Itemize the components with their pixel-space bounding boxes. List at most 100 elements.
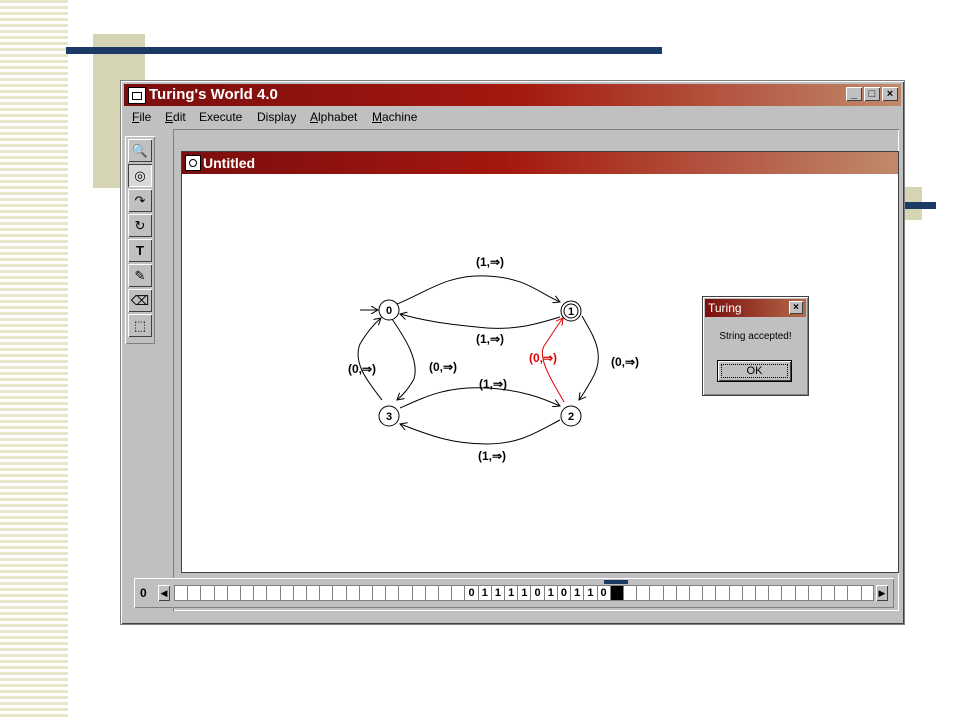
transition-label-1-0[interactable]: (1,⇒) (476, 332, 504, 346)
window-controls: _ □ × (846, 87, 898, 101)
transition-0-1-line[interactable] (396, 275, 560, 305)
tape-cell[interactable] (266, 585, 280, 601)
tape-cell[interactable] (675, 585, 689, 601)
eraser-tool-button[interactable]: ⌫ (128, 289, 152, 312)
tape[interactable]: 01111010110 (174, 585, 874, 601)
tape-cell[interactable]: 1 (517, 585, 531, 601)
tape-cell[interactable] (768, 585, 782, 601)
tape-cell[interactable] (358, 585, 373, 601)
tape-cell[interactable] (794, 585, 808, 601)
loop-tool-button[interactable]: ↻ (128, 214, 152, 237)
tape-cell[interactable] (332, 585, 346, 601)
tape-cell[interactable]: 0 (596, 585, 610, 601)
transition-label-3-0[interactable]: (0,⇒) (348, 362, 376, 376)
menu-alphabet[interactable]: Alphabet (310, 110, 357, 124)
tape-cell[interactable] (860, 585, 874, 601)
tape-cell[interactable] (319, 585, 333, 601)
menu-file[interactable]: File (132, 110, 151, 124)
tape-cell[interactable] (292, 585, 307, 601)
tape-cell[interactable] (306, 585, 320, 601)
text-tool-button[interactable]: T (128, 239, 152, 262)
transition-label-0-1[interactable]: (1,⇒) (476, 255, 504, 269)
app-titlebar[interactable]: Turing's World 4.0 _ □ × (124, 84, 901, 106)
tape-cell[interactable] (200, 585, 214, 601)
transition-label-3-2[interactable]: (1,⇒) (479, 377, 507, 391)
tape-cell[interactable]: 0 (530, 585, 544, 601)
tape-cell[interactable] (807, 585, 821, 601)
maximize-button[interactable]: □ (864, 87, 880, 101)
tape-cell[interactable] (754, 585, 769, 601)
tape-cell[interactable] (741, 585, 755, 601)
tape-cell[interactable] (240, 585, 254, 601)
tape-cell[interactable] (398, 585, 412, 601)
state-tool-button[interactable]: ◎ (128, 164, 152, 187)
arrow-tool-button[interactable]: ↷ (128, 189, 152, 212)
document-icon[interactable] (185, 155, 201, 171)
tape-cell[interactable] (253, 585, 267, 601)
tape-cell[interactable] (385, 585, 399, 601)
menu-machine[interactable]: Machine (372, 110, 417, 124)
tape-scroll-left-button[interactable]: ◀ (158, 585, 170, 601)
tape-cell[interactable]: 1 (504, 585, 518, 601)
state-1[interactable]: 1 (560, 300, 582, 322)
dialog-ok-button[interactable]: OK (717, 360, 792, 382)
tape-cell[interactable] (279, 585, 293, 601)
tape-cell[interactable] (702, 585, 716, 601)
tape-cell[interactable] (174, 585, 188, 601)
tape-cell[interactable] (834, 585, 848, 601)
pen-tool-button[interactable]: ✎ (128, 264, 152, 287)
app-icon[interactable] (128, 87, 146, 104)
transition-label-1-2[interactable]: (0,⇒) (611, 355, 639, 369)
tape-cell[interactable] (213, 585, 227, 601)
tape-cell[interactable]: 1 (570, 585, 584, 601)
state-2[interactable]: 2 (560, 405, 582, 427)
menu-edit[interactable]: Edit (165, 110, 186, 124)
tape-cell[interactable]: 1 (490, 585, 505, 601)
transition-label-2-3[interactable]: (1,⇒) (478, 449, 506, 463)
tape-cell[interactable] (688, 585, 703, 601)
minimize-button[interactable]: _ (846, 87, 862, 101)
tape-cell[interactable] (649, 585, 663, 601)
dialog-close-button[interactable]: × (789, 301, 803, 314)
tape-cell[interactable] (424, 585, 439, 601)
tape-cell[interactable] (411, 585, 425, 601)
tape-cell[interactable] (781, 585, 795, 601)
tape-cell[interactable]: 0 (464, 585, 478, 601)
tape-cell-head[interactable] (609, 585, 623, 601)
tape-cell[interactable]: 0 (556, 585, 571, 601)
menu-execute[interactable]: Execute (199, 110, 242, 124)
tape-cell[interactable]: 1 (477, 585, 491, 601)
tape-cell[interactable] (226, 585, 241, 601)
tape-head-marker[interactable] (604, 580, 629, 584)
transition-label-0-2[interactable]: (0,⇒) (429, 360, 457, 374)
tape-cell[interactable]: 1 (583, 585, 597, 601)
transition-3-0-line[interactable] (357, 318, 383, 401)
tape-cell[interactable] (345, 585, 359, 601)
document-titlebar[interactable]: Untitled (182, 152, 898, 174)
transition-2-3-line[interactable] (400, 419, 561, 445)
tape-cell[interactable] (372, 585, 386, 601)
tape-cell[interactable] (728, 585, 742, 601)
transition-0-2-line[interactable] (391, 318, 416, 400)
tape-cell[interactable] (715, 585, 729, 601)
zoom-tool-button[interactable]: 🔍 (128, 139, 152, 162)
menu-display[interactable]: Display (257, 110, 296, 124)
state-3[interactable]: 3 (378, 405, 400, 427)
tape-cell[interactable] (636, 585, 650, 601)
tape-cell[interactable] (187, 585, 201, 601)
transition-1-2-line[interactable] (579, 315, 599, 400)
tape-cell[interactable] (847, 585, 861, 601)
select-tool-button[interactable]: ⬚ (128, 314, 152, 337)
tape-cell[interactable] (622, 585, 637, 601)
tape-cell[interactable] (820, 585, 835, 601)
dialog-titlebar[interactable]: Turing × (705, 299, 806, 317)
tape-scroll-right-button[interactable]: ▶ (876, 585, 888, 601)
close-button[interactable]: × (882, 87, 898, 101)
state-0[interactable]: 0 (378, 299, 400, 321)
tape-cell[interactable]: 1 (543, 585, 557, 601)
tape-cell[interactable] (451, 585, 465, 601)
transition-label-2-1[interactable]: (0,⇒) (529, 351, 557, 365)
transition-1-0-line[interactable] (400, 314, 561, 329)
tape-cell[interactable] (438, 585, 452, 601)
tape-cell[interactable] (662, 585, 676, 601)
